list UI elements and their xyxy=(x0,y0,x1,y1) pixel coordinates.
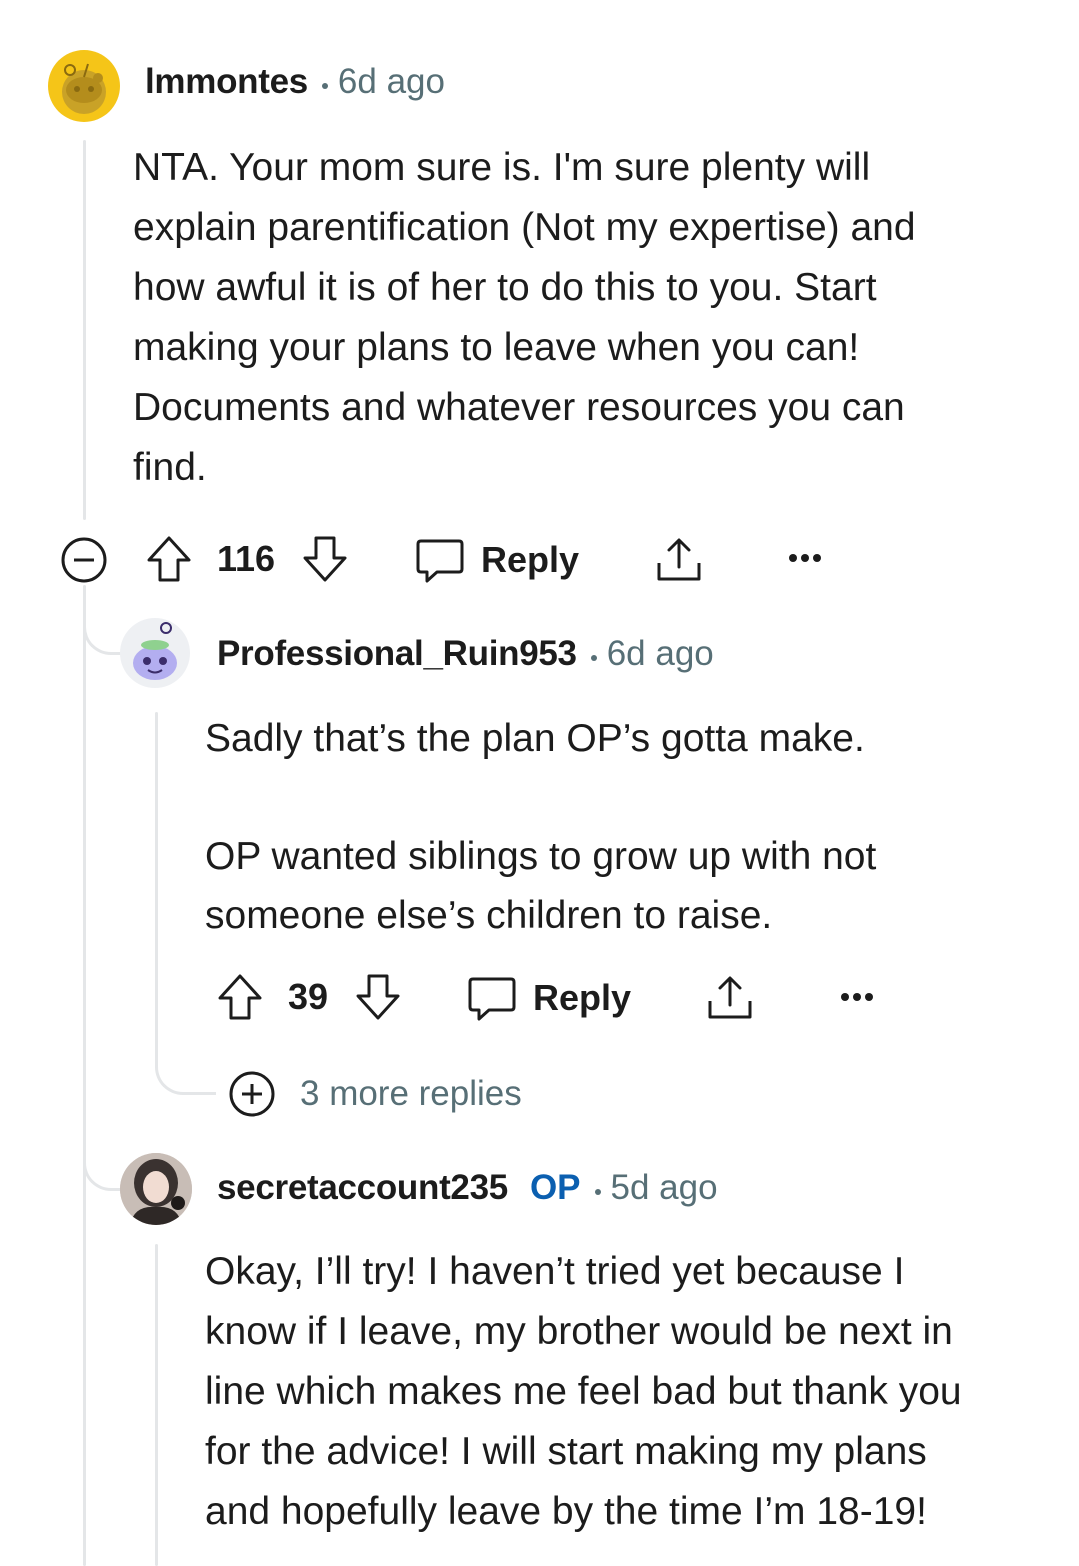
reply-label: Reply xyxy=(481,539,580,580)
avatar[interactable] xyxy=(120,1153,192,1225)
share-icon[interactable] xyxy=(705,973,755,1023)
reply-button[interactable]: Reply xyxy=(415,536,579,584)
vote-count: 39 xyxy=(288,976,329,1017)
comment-timestamp[interactable]: 6d ago xyxy=(338,62,445,101)
separator-dot xyxy=(590,654,597,661)
snoo-avatar-icon xyxy=(62,63,106,114)
expand-plus-icon xyxy=(228,1070,276,1118)
thread-line-reply-2[interactable] xyxy=(155,1244,158,1566)
more-options-icon[interactable] xyxy=(788,548,822,568)
separator-dot xyxy=(321,82,328,89)
thread-line-root-lower[interactable] xyxy=(83,585,86,1566)
thread-connector xyxy=(83,600,124,655)
downvote-icon[interactable] xyxy=(301,534,349,584)
reply-button[interactable]: Reply xyxy=(467,974,631,1022)
avatar[interactable] xyxy=(48,50,120,122)
comment-body: Okay, I’ll try! I haven’t tried yet beca… xyxy=(205,1250,962,1533)
comment-author[interactable]: lmmontes xyxy=(145,62,308,101)
thread-connector xyxy=(155,1040,216,1095)
user-photo-icon xyxy=(120,1153,192,1225)
more-options-icon[interactable] xyxy=(840,987,874,1007)
more-replies-label: 3 more replies xyxy=(300,1074,522,1113)
upvote-icon[interactable] xyxy=(216,972,264,1022)
reply-label: Reply xyxy=(533,977,632,1018)
more-replies-button[interactable]: 3 more replies xyxy=(228,1070,522,1118)
comment-timestamp[interactable]: 6d ago xyxy=(607,634,714,673)
vote-count: 116 xyxy=(217,538,276,579)
collapse-thread-icon[interactable] xyxy=(60,536,108,584)
snoo-avatar-icon xyxy=(133,622,177,680)
comment-author[interactable]: secretaccount235 xyxy=(217,1168,508,1207)
thread-line-reply[interactable] xyxy=(155,712,158,1042)
op-badge: OP xyxy=(529,1168,581,1207)
comment-body: NTA. Your mom sure is. I'm sure plenty w… xyxy=(133,146,916,489)
thread-line-root[interactable] xyxy=(83,140,86,520)
comment-bubble-icon xyxy=(467,974,517,1022)
avatar[interactable] xyxy=(120,618,190,688)
comment-bubble-icon xyxy=(415,536,465,584)
upvote-icon[interactable] xyxy=(145,534,193,584)
thread-connector xyxy=(83,1130,124,1191)
comment-author[interactable]: Professional_Ruin953 xyxy=(217,634,577,673)
share-icon[interactable] xyxy=(654,535,704,585)
separator-dot xyxy=(594,1188,601,1195)
comment-timestamp[interactable]: 5d ago xyxy=(611,1168,718,1207)
comment-body: Sadly that’s the plan OP’s gotta make. O… xyxy=(205,717,877,937)
downvote-icon[interactable] xyxy=(354,972,402,1022)
